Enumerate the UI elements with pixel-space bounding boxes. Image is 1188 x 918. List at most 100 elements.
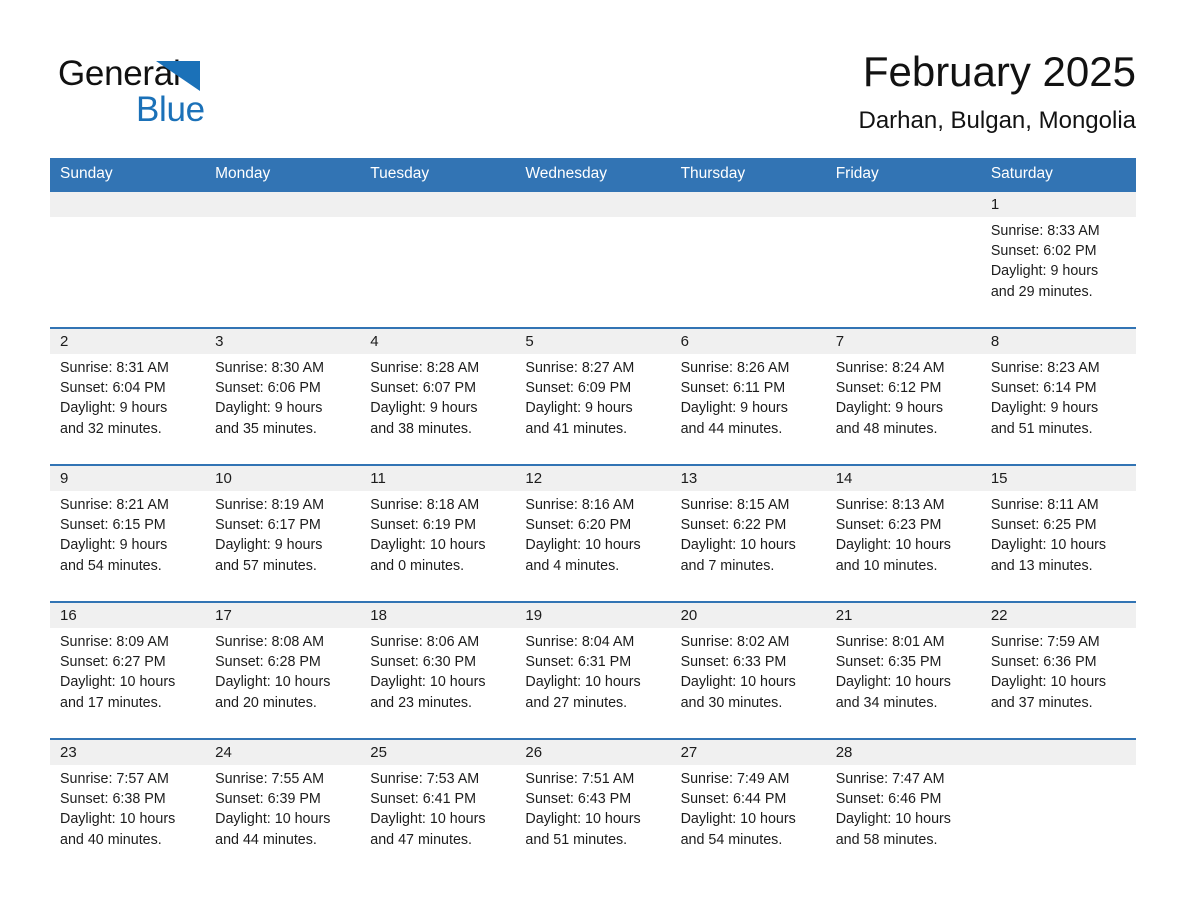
day-cell[interactable]: 20 Sunrise: 8:02 AM Sunset: 6:33 PM Dayl… xyxy=(670,603,826,738)
day-details: Sunrise: 7:57 AM Sunset: 6:38 PM Dayligh… xyxy=(50,765,205,875)
day-number: 18 xyxy=(360,603,516,628)
day-number: 27 xyxy=(670,740,826,765)
daylight-text-line1: Daylight: 9 hours xyxy=(990,263,1099,280)
day-cell[interactable]: 21 Sunrise: 8:01 AM Sunset: 6:35 PM Dayl… xyxy=(825,603,981,738)
day-details: Sunrise: 7:55 AM Sunset: 6:39 PM Dayligh… xyxy=(205,765,360,875)
sunset-text: Sunset: 6:19 PM xyxy=(370,517,476,534)
daylight-text-line1: Daylight: 10 hours xyxy=(60,811,176,828)
sunset-text: Sunset: 6:27 PM xyxy=(60,654,166,671)
sunset-text: Sunset: 6:31 PM xyxy=(525,654,632,671)
daylight-text-line1: Daylight: 10 hours xyxy=(525,811,641,828)
day-cell[interactable]: 9 Sunrise: 8:21 AM Sunset: 6:15 PM Dayli… xyxy=(50,466,206,601)
day-number: 26 xyxy=(515,740,671,765)
day-cell[interactable] xyxy=(825,192,981,327)
sunset-text: Sunset: 6:14 PM xyxy=(990,380,1097,397)
sunrise-text: Sunrise: 7:47 AM xyxy=(835,771,945,787)
day-cell[interactable] xyxy=(515,192,671,327)
day-number xyxy=(670,192,826,217)
day-number: 21 xyxy=(825,603,981,628)
day-details: Sunrise: 8:09 AM Sunset: 6:27 PM Dayligh… xyxy=(50,628,205,738)
daylight-text-line2: and 10 minutes. xyxy=(835,557,938,574)
day-cell[interactable]: 2 Sunrise: 8:31 AM Sunset: 6:04 PM Dayli… xyxy=(50,329,206,464)
day-cell[interactable]: 1 Sunrise: 8:33 AM Sunset: 6:02 PM Dayli… xyxy=(980,192,1136,327)
sunset-text: Sunset: 6:04 PM xyxy=(60,380,166,397)
day-number: 11 xyxy=(360,466,516,491)
daylight-text-line1: Daylight: 10 hours xyxy=(990,537,1107,554)
sunset-text: Sunset: 6:11 PM xyxy=(680,380,786,397)
page-header: General Blue February 2025 Darhan, Bulga… xyxy=(50,44,1136,152)
daylight-text-line2: and 37 minutes. xyxy=(990,694,1093,711)
day-cell[interactable]: 17 Sunrise: 8:08 AM Sunset: 6:28 PM Dayl… xyxy=(205,603,361,738)
day-cell[interactable]: 6 Sunrise: 8:26 AM Sunset: 6:11 PM Dayli… xyxy=(670,329,826,464)
day-cell[interactable] xyxy=(670,192,826,327)
day-cell[interactable]: 23 Sunrise: 7:57 AM Sunset: 6:38 PM Dayl… xyxy=(50,740,206,875)
day-cell[interactable]: 18 Sunrise: 8:06 AM Sunset: 6:30 PM Dayl… xyxy=(360,603,516,738)
day-cell[interactable]: 15 Sunrise: 8:11 AM Sunset: 6:25 PM Dayl… xyxy=(980,466,1136,601)
day-cell[interactable]: 16 Sunrise: 8:09 AM Sunset: 6:27 PM Dayl… xyxy=(50,603,206,738)
day-cell[interactable]: 12 Sunrise: 8:16 AM Sunset: 6:20 PM Dayl… xyxy=(515,466,671,601)
daylight-text-line2: and 23 minutes. xyxy=(370,694,473,711)
daylight-text-line2: and 41 minutes. xyxy=(525,420,628,437)
day-cell[interactable]: 13 Sunrise: 8:15 AM Sunset: 6:22 PM Dayl… xyxy=(670,466,826,601)
day-number: 1 xyxy=(980,192,1136,217)
day-details: Sunrise: 8:01 AM Sunset: 6:35 PM Dayligh… xyxy=(826,628,981,738)
sunset-text: Sunset: 6:02 PM xyxy=(990,243,1097,260)
day-cell[interactable]: 3 Sunrise: 8:30 AM Sunset: 6:06 PM Dayli… xyxy=(205,329,361,464)
day-cell[interactable]: 5 Sunrise: 8:27 AM Sunset: 6:09 PM Dayli… xyxy=(515,329,671,464)
day-details: Sunrise: 8:33 AM Sunset: 6:02 PM Dayligh… xyxy=(981,217,1136,327)
day-cell[interactable] xyxy=(980,740,1136,875)
daylight-text-line1: Daylight: 10 hours xyxy=(680,811,796,828)
sunset-text: Sunset: 6:22 PM xyxy=(680,517,787,534)
daylight-text-line2: and 44 minutes. xyxy=(215,831,317,848)
day-cell[interactable]: 4 Sunrise: 8:28 AM Sunset: 6:07 PM Dayli… xyxy=(360,329,516,464)
day-cell[interactable]: 8 Sunrise: 8:23 AM Sunset: 6:14 PM Dayli… xyxy=(980,329,1136,464)
day-cell[interactable] xyxy=(205,192,361,327)
sunrise-text: Sunrise: 8:11 AM xyxy=(990,497,1099,513)
day-cell[interactable]: 26 Sunrise: 7:51 AM Sunset: 6:43 PM Dayl… xyxy=(515,740,671,875)
day-details: Sunrise: 8:24 AM Sunset: 6:12 PM Dayligh… xyxy=(826,354,981,464)
daylight-text-line2: and 4 minutes. xyxy=(525,557,620,574)
daylight-text-line2: and 32 minutes. xyxy=(60,420,162,437)
day-cell[interactable]: 28 Sunrise: 7:47 AM Sunset: 6:46 PM Dayl… xyxy=(825,740,981,875)
daylight-text-line2: and 13 minutes. xyxy=(990,557,1093,574)
daylight-text-line1: Daylight: 9 hours xyxy=(835,400,943,417)
daylight-text-line2: and 44 minutes. xyxy=(680,420,783,437)
day-number: 2 xyxy=(50,329,206,354)
day-details xyxy=(981,765,1136,875)
daylight-text-line2: and 48 minutes. xyxy=(835,420,938,437)
weekday-header-thursday: Thursday xyxy=(680,165,746,182)
weekday-header-friday: Friday xyxy=(835,165,879,182)
day-cell[interactable]: 10 Sunrise: 8:19 AM Sunset: 6:17 PM Dayl… xyxy=(205,466,361,601)
weekday-header-monday: Monday xyxy=(215,165,271,182)
day-cell[interactable]: 14 Sunrise: 8:13 AM Sunset: 6:23 PM Dayl… xyxy=(825,466,981,601)
sunrise-text: Sunrise: 8:13 AM xyxy=(835,497,945,513)
daylight-text-line1: Daylight: 10 hours xyxy=(370,811,486,828)
daylight-text-line2: and 40 minutes. xyxy=(60,831,162,848)
day-cell[interactable]: 7 Sunrise: 8:24 AM Sunset: 6:12 PM Dayli… xyxy=(825,329,981,464)
weekday-header-sunday: Sunday xyxy=(60,165,113,182)
day-cell[interactable]: 22 Sunrise: 7:59 AM Sunset: 6:36 PM Dayl… xyxy=(980,603,1136,738)
day-cell[interactable]: 24 Sunrise: 7:55 AM Sunset: 6:39 PM Dayl… xyxy=(205,740,361,875)
day-cell[interactable]: 25 Sunrise: 7:53 AM Sunset: 6:41 PM Dayl… xyxy=(360,740,516,875)
day-cell[interactable]: 11 Sunrise: 8:18 AM Sunset: 6:19 PM Dayl… xyxy=(360,466,516,601)
general-blue-logo[interactable]: General Blue xyxy=(58,54,318,134)
sunrise-text: Sunrise: 8:30 AM xyxy=(215,360,325,376)
daylight-text-line1: Daylight: 10 hours xyxy=(370,674,486,691)
daylight-text-line2: and 7 minutes. xyxy=(680,557,775,574)
sunset-text: Sunset: 6:25 PM xyxy=(990,517,1097,534)
weekday-header-wednesday: Wednesday xyxy=(525,165,607,182)
day-number: 24 xyxy=(205,740,361,765)
day-cell[interactable]: 27 Sunrise: 7:49 AM Sunset: 6:44 PM Dayl… xyxy=(670,740,826,875)
sunset-text: Sunset: 6:12 PM xyxy=(835,380,942,397)
daylight-text-line1: Daylight: 9 hours xyxy=(215,400,323,417)
daylight-text-line2: and 30 minutes. xyxy=(680,694,783,711)
day-cell[interactable]: 19 Sunrise: 8:04 AM Sunset: 6:31 PM Dayl… xyxy=(515,603,671,738)
day-cell[interactable] xyxy=(360,192,516,327)
weekday-header-tuesday: Tuesday xyxy=(370,165,430,182)
sunrise-text: Sunrise: 7:59 AM xyxy=(990,634,1100,650)
day-details xyxy=(205,217,360,327)
day-cell[interactable] xyxy=(50,192,206,327)
day-number: 12 xyxy=(515,466,671,491)
day-number: 23 xyxy=(50,740,206,765)
daylight-text-line2: and 57 minutes. xyxy=(215,557,317,574)
